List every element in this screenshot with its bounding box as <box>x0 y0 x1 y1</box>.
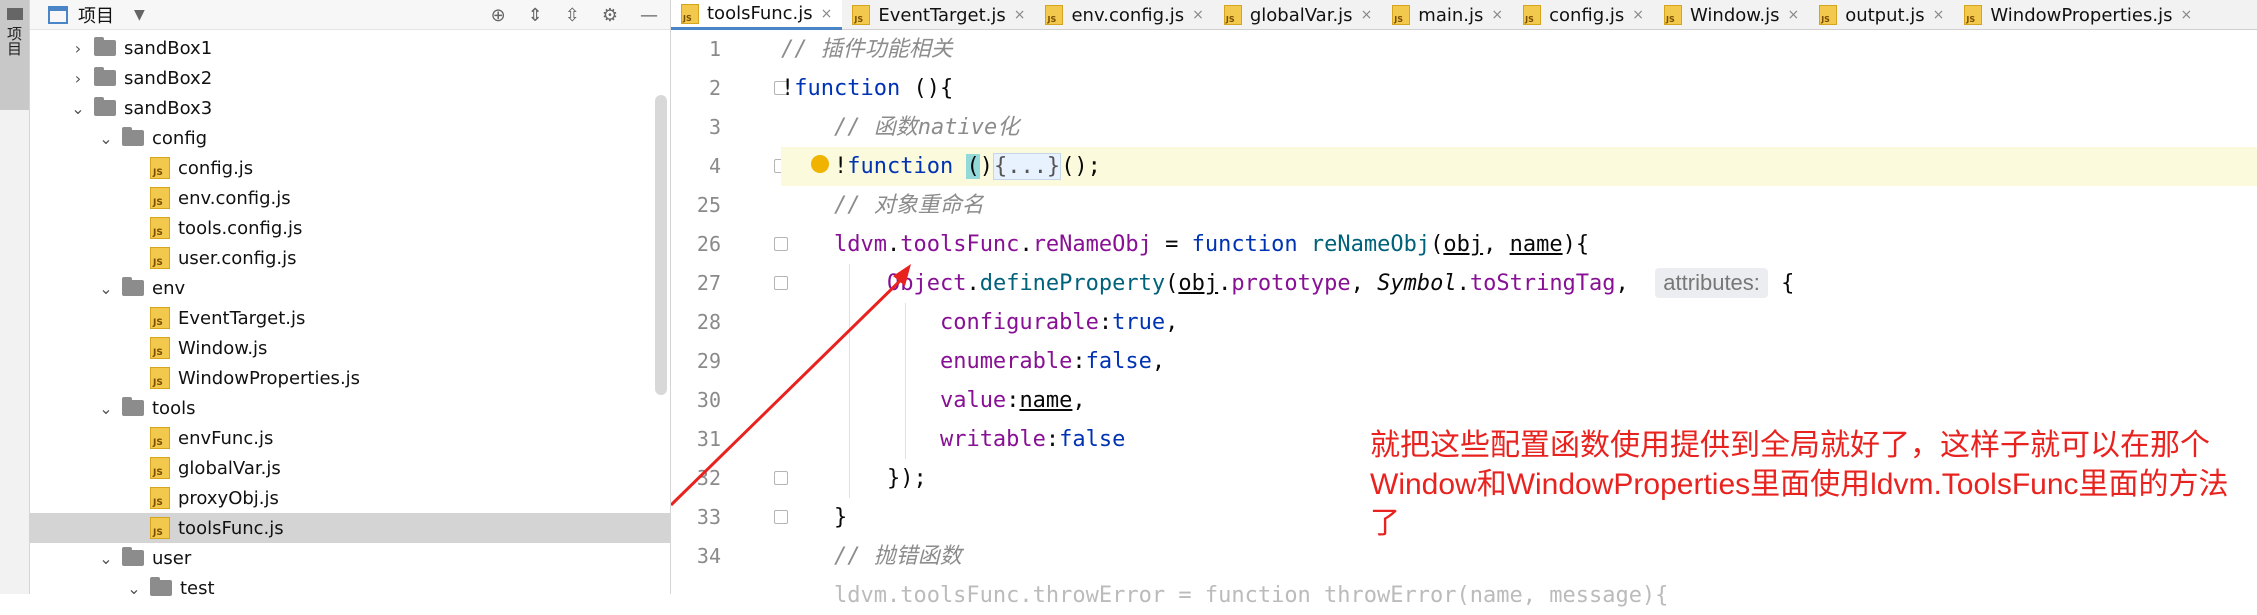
chevron-down-icon[interactable]: ⌄ <box>70 99 86 118</box>
project-panel: 项目 ▼ ⊕ ⇕ ⇳ ⚙ — › sandBox1 › sandBox2 ⌄ sandBo… <box>30 0 670 599</box>
folder-icon <box>6 8 23 20</box>
left-tool-strip: 项目 <box>0 0 30 594</box>
tree-item-label: config <box>152 127 208 149</box>
tree-item-label: envFunc.js <box>178 427 274 449</box>
folder-icon <box>94 97 116 116</box>
tree-folder[interactable]: ⌄ sandBox3 <box>30 93 670 123</box>
locate-icon[interactable]: ⊕ <box>491 5 506 26</box>
js-file-icon: JS <box>150 457 170 479</box>
chevron-down-icon[interactable]: ⌄ <box>98 279 114 298</box>
js-file-icon: JS <box>150 187 170 209</box>
project-tool-tab[interactable]: 项目 <box>0 0 29 110</box>
tree-folder[interactable]: ⌄ env <box>30 273 670 303</box>
tree-file[interactable]: JS proxyObj.js <box>30 483 670 513</box>
minimize-icon[interactable]: — <box>640 5 658 26</box>
chevron-right-icon[interactable]: › <box>70 39 86 58</box>
collapse-all-icon[interactable]: ⇳ <box>565 5 580 26</box>
tree-file[interactable]: JS config.js <box>30 153 670 183</box>
tree-item-label: user <box>152 547 192 569</box>
tree-item-label: toolsFunc.js <box>178 517 284 539</box>
window-icon <box>48 5 68 24</box>
tree-folder[interactable]: › sandBox1 <box>30 33 670 63</box>
tree-item-label: Window.js <box>178 337 268 359</box>
tree-item-label: EventTarget.js <box>178 307 306 329</box>
tree-folder[interactable]: ⌄ user <box>30 543 670 573</box>
tree-item-label: sandBox3 <box>124 97 213 119</box>
js-file-icon: JS <box>150 487 170 509</box>
folder-icon <box>122 127 144 146</box>
chevron-down-icon[interactable]: ▼ <box>134 7 145 23</box>
tree-item-label: sandBox1 <box>124 37 213 59</box>
tree-file[interactable]: JS EventTarget.js <box>30 303 670 333</box>
tree-file[interactable]: JS tools.config.js <box>30 213 670 243</box>
tree-file[interactable]: JS envFunc.js <box>30 423 670 453</box>
chevron-down-icon[interactable]: ⌄ <box>98 129 114 148</box>
project-tree-scrollbar[interactable] <box>655 95 667 395</box>
folder-icon <box>94 37 116 56</box>
tree-file[interactable]: JS toolsFunc.js <box>30 513 670 543</box>
chevron-down-icon[interactable]: ⌄ <box>126 579 142 598</box>
tree-file[interactable]: JS WindowProperties.js <box>30 363 670 393</box>
js-file-icon: JS <box>150 247 170 269</box>
js-file-icon: JS <box>150 157 170 179</box>
folder-icon <box>122 547 144 566</box>
tree-file[interactable]: JS env.config.js <box>30 183 670 213</box>
js-file-icon: JS <box>150 427 170 449</box>
project-tool-tab-label: 项目 <box>5 26 23 56</box>
tree-item-label: globalVar.js <box>178 457 281 479</box>
js-file-icon: JS <box>150 367 170 389</box>
chevron-down-icon[interactable]: ⌄ <box>98 549 114 568</box>
project-panel-title: 项目 <box>78 5 114 27</box>
tree-file[interactable]: JS Window.js <box>30 333 670 363</box>
tree-item-label: user.config.js <box>178 247 297 269</box>
tree-item-label: proxyObj.js <box>178 487 279 509</box>
tree-item-label: WindowProperties.js <box>178 367 361 389</box>
annotation-text: 就把这些配置函数使用提供到全局就好了，这样子就可以在那个Window和Windo… <box>1370 429 2229 540</box>
expand-all-icon[interactable]: ⇕ <box>528 5 543 26</box>
tree-item-label: tools <box>152 397 196 419</box>
tree-folder[interactable]: ⌄ tools <box>30 393 670 423</box>
tree-item-label: env <box>152 277 186 299</box>
tree-item-label: env.config.js <box>178 187 291 209</box>
chevron-down-icon[interactable]: ⌄ <box>98 399 114 418</box>
js-file-icon: JS <box>150 217 170 239</box>
project-panel-header: 项目 ▼ ⊕ ⇕ ⇳ ⚙ — <box>30 0 670 30</box>
tree-item-label: tools.config.js <box>178 217 303 239</box>
tree-item-label: config.js <box>178 157 254 179</box>
tree-folder[interactable]: › sandBox2 <box>30 63 670 93</box>
tree-file[interactable]: JS user.config.js <box>30 243 670 273</box>
tree-item-label: test <box>180 577 215 599</box>
chevron-right-icon[interactable]: › <box>70 69 86 88</box>
js-file-icon: JS <box>150 517 170 539</box>
js-file-icon: JS <box>150 307 170 329</box>
folder-icon <box>122 277 144 296</box>
tree-folder[interactable]: ⌄ test <box>30 573 670 603</box>
tree-folder[interactable]: ⌄ config <box>30 123 670 153</box>
folder-icon <box>94 67 116 86</box>
project-panel-toolbar: ⊕ ⇕ ⇳ ⚙ — <box>491 0 658 30</box>
js-file-icon: JS <box>150 337 170 359</box>
tree-file[interactable]: JS globalVar.js <box>30 453 670 483</box>
folder-icon <box>122 397 144 416</box>
gear-icon[interactable]: ⚙ <box>602 5 618 26</box>
tree-item-label: sandBox2 <box>124 67 213 89</box>
